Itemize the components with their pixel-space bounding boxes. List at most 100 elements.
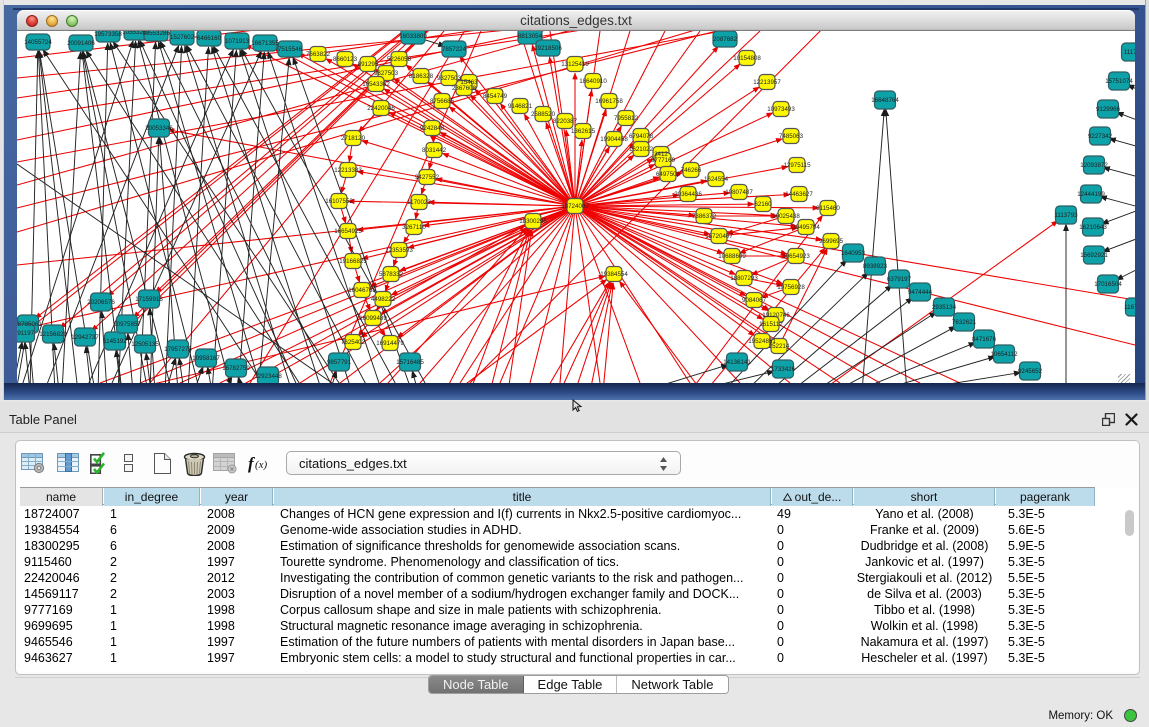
svg-text:10154808: 10154808 <box>733 55 761 62</box>
svg-text:5226058: 5226058 <box>387 56 412 63</box>
svg-text:8813054: 8813054 <box>518 33 543 40</box>
svg-text:17016504: 17016504 <box>1094 281 1122 288</box>
svg-text:15720407: 15720407 <box>705 233 733 240</box>
svg-text:16782759: 16782759 <box>222 365 250 372</box>
svg-text:10654112: 10654112 <box>990 351 1018 358</box>
svg-text:1145192: 1145192 <box>103 338 127 345</box>
svg-text:6497508: 6497508 <box>656 171 681 178</box>
svg-text:891295: 891295 <box>358 61 379 68</box>
svg-text:10973493: 10973493 <box>767 106 795 113</box>
svg-text:9084067: 9084067 <box>742 297 767 304</box>
svg-text:16654925: 16654925 <box>334 228 362 235</box>
svg-text:62160: 62160 <box>754 201 772 208</box>
svg-text:15692921: 15692921 <box>1080 252 1108 259</box>
svg-text:12444199: 12444199 <box>1077 191 1105 198</box>
svg-text:9115460: 9115460 <box>816 205 840 212</box>
svg-text:9474444: 9474444 <box>908 289 933 296</box>
svg-text:9827503: 9827503 <box>374 70 399 77</box>
svg-text:12156829: 12156829 <box>39 331 67 338</box>
svg-text:1527602: 1527602 <box>170 34 195 41</box>
svg-text:12505135: 12505135 <box>131 341 159 348</box>
svg-text:11172: 11172 <box>1124 49 1135 56</box>
svg-text:1113793: 1113793 <box>1054 212 1078 219</box>
svg-text:12213957: 12213957 <box>753 79 781 86</box>
svg-text:19166825: 19166825 <box>339 258 367 265</box>
svg-text:7625402: 7625402 <box>341 339 366 346</box>
svg-text:9777169: 9777169 <box>651 157 676 164</box>
svg-text:1733426: 1733426 <box>771 366 796 373</box>
svg-text:9129966: 9129966 <box>1096 106 1121 113</box>
svg-text:16033809: 16033809 <box>399 33 427 40</box>
svg-text:9227342: 9227342 <box>1088 133 1113 140</box>
svg-text:9857791: 9857791 <box>327 359 352 366</box>
svg-text:16046768: 16046768 <box>348 287 376 294</box>
svg-text:18807293: 18807293 <box>730 275 758 282</box>
svg-text:10807487: 10807487 <box>725 189 753 196</box>
svg-text:14136141: 14136141 <box>723 359 751 366</box>
svg-text:1621022: 1621022 <box>629 146 654 153</box>
svg-text:1615112: 1615112 <box>759 321 783 328</box>
svg-text:9699695: 9699695 <box>819 238 844 245</box>
svg-text:16914479: 16914479 <box>376 340 404 347</box>
svg-text:18724007: 18724007 <box>561 203 589 210</box>
svg-text:16107552: 16107552 <box>325 198 353 205</box>
svg-text:10543362: 10543362 <box>362 81 390 88</box>
svg-text:18640910: 18640910 <box>579 78 607 85</box>
svg-text:1624554: 1624554 <box>704 176 729 183</box>
svg-text:7857224: 7857224 <box>442 46 467 53</box>
svg-text:746266: 746266 <box>681 167 702 174</box>
svg-text:22420046: 22420046 <box>367 105 395 112</box>
svg-text:2935134: 2935134 <box>932 304 957 311</box>
svg-text:16671355: 16671355 <box>251 40 279 47</box>
svg-text:12353593: 12353593 <box>385 247 413 254</box>
svg-text:7955812: 7955812 <box>614 115 639 122</box>
svg-text:9245652: 9245652 <box>1018 368 1043 375</box>
svg-text:16210643: 16210643 <box>1079 224 1107 231</box>
svg-text:8031442: 8031442 <box>422 147 447 154</box>
svg-text:12942737: 12942737 <box>71 334 99 341</box>
svg-text:8220387: 8220387 <box>553 118 578 125</box>
svg-text:19654923: 19654923 <box>782 253 810 260</box>
svg-text:9146821: 9146821 <box>508 103 533 110</box>
svg-text:20091406: 20091406 <box>67 40 95 47</box>
svg-text:252214: 252214 <box>769 343 790 350</box>
svg-text:10688609: 10688609 <box>718 253 746 260</box>
svg-text:8756685: 8756685 <box>430 98 455 105</box>
svg-text:14463627: 14463627 <box>785 191 813 198</box>
svg-text:16961758: 16961758 <box>595 98 623 105</box>
svg-text:3267110: 3267110 <box>402 224 426 231</box>
svg-text:9427552: 9427552 <box>415 174 440 181</box>
svg-text:2367608: 2367608 <box>452 85 477 92</box>
svg-text:7485063: 7485063 <box>779 133 804 140</box>
svg-text:8186328: 8186328 <box>409 73 434 80</box>
svg-text:8471676: 8471676 <box>972 336 997 343</box>
svg-text:2087682: 2087682 <box>713 36 738 43</box>
svg-text:20495794: 20495794 <box>792 224 820 231</box>
svg-text:19756928: 19756928 <box>777 284 805 291</box>
svg-text:1167534: 1167534 <box>1124 304 1135 311</box>
svg-text:16099489: 16099489 <box>359 315 387 322</box>
svg-text:15716485: 15716485 <box>396 359 424 366</box>
svg-text:6466160: 6466160 <box>197 35 222 42</box>
svg-text:18300295: 18300295 <box>519 218 547 225</box>
svg-text:15751074: 15751074 <box>1105 78 1133 85</box>
svg-text:17159918: 17159918 <box>135 296 163 303</box>
svg-text:4498222: 4498222 <box>371 296 396 303</box>
svg-text:10975857: 10975857 <box>113 321 141 328</box>
svg-text:19384554: 19384554 <box>600 271 628 278</box>
svg-text:16648764: 16648764 <box>871 97 899 104</box>
svg-text:7386372: 7386372 <box>692 213 717 220</box>
svg-text:8660123: 8660123 <box>333 56 358 63</box>
svg-text:9242848: 9242848 <box>420 125 445 132</box>
svg-text:10553286: 10553286 <box>142 31 170 37</box>
svg-text:17957275: 17957275 <box>164 346 192 353</box>
svg-text:10025438: 10025438 <box>772 213 800 220</box>
svg-text:(x): (x) <box>255 459 268 471</box>
svg-text:7515546: 7515546 <box>278 46 303 53</box>
svg-text:19904458: 19904458 <box>600 136 628 143</box>
svg-text:6794078: 6794078 <box>629 133 654 140</box>
svg-text:12923448: 12923448 <box>254 373 282 380</box>
svg-text:391197: 391197 <box>17 330 35 337</box>
svg-text:8938923: 8938923 <box>863 263 888 270</box>
svg-text:19218506: 19218506 <box>534 45 562 52</box>
